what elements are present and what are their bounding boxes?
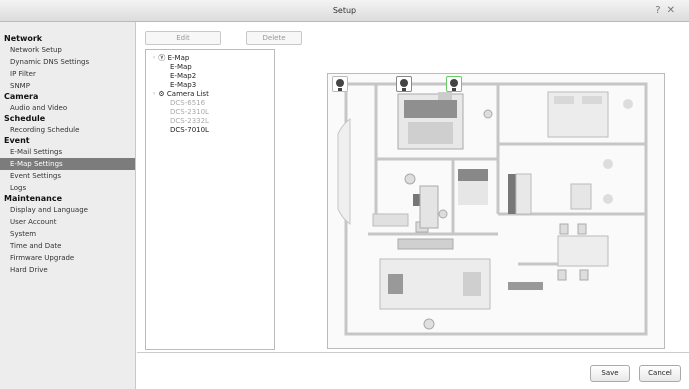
emap-tree: ◦ Ⓨ E-Map E-Map E-Map2 E-Map3 ◦ ⚙ Camera… bbox=[145, 49, 275, 350]
sidebar-item-audio-video[interactable]: Audio and Video bbox=[0, 102, 135, 114]
footer: Save Cancel bbox=[137, 352, 689, 389]
camera-marker-icon[interactable] bbox=[396, 76, 412, 92]
camera-marker-icon[interactable] bbox=[332, 76, 348, 92]
sidebar-group-event: Event bbox=[4, 136, 30, 145]
cancel-button[interactable]: Cancel bbox=[639, 365, 681, 382]
sidebar-item-display-language[interactable]: Display and Language bbox=[0, 204, 135, 216]
delete-button[interactable]: Delete bbox=[246, 31, 302, 45]
sidebar-item-recording-schedule[interactable]: Recording Schedule bbox=[0, 124, 135, 136]
camera-marker-icon[interactable] bbox=[446, 76, 462, 92]
sidebar-item-emap-settings[interactable]: E-Map Settings bbox=[0, 158, 135, 170]
camera-list-icon: ⚙ bbox=[158, 90, 165, 98]
sidebar-item-logs[interactable]: Logs bbox=[0, 182, 135, 194]
floor-plan-map[interactable] bbox=[327, 73, 665, 349]
title-bar: Setup ?✕ bbox=[0, 0, 689, 22]
sidebar-group-camera: Camera bbox=[4, 92, 39, 101]
sidebar-group-schedule: Schedule bbox=[4, 114, 46, 123]
sidebar-item-snmp[interactable]: SNMP bbox=[0, 80, 135, 92]
sidebar: Network Network Setup Dynamic DNS Settin… bbox=[0, 22, 136, 389]
tree-node-camera-list[interactable]: ◦ ⚙ Camera List bbox=[152, 90, 268, 99]
sidebar-item-hard-drive[interactable]: Hard Drive bbox=[0, 264, 135, 276]
sidebar-item-network-setup[interactable]: Network Setup bbox=[0, 44, 135, 56]
collapse-icon[interactable]: ◦ bbox=[152, 90, 156, 98]
edit-button[interactable]: Edit bbox=[145, 31, 221, 45]
save-button[interactable]: Save bbox=[590, 365, 630, 382]
sidebar-group-maintenance: Maintenance bbox=[4, 194, 63, 203]
tree-node-map3[interactable]: E-Map3 bbox=[152, 81, 268, 90]
tree-node-camera[interactable]: DCS-6516 bbox=[152, 99, 268, 108]
sidebar-item-firmware-upgrade[interactable]: Firmware Upgrade bbox=[0, 252, 135, 264]
floor-plan-image bbox=[328, 74, 664, 348]
sidebar-item-time-date[interactable]: Time and Date bbox=[0, 240, 135, 252]
sidebar-item-system[interactable]: System bbox=[0, 228, 135, 240]
tree-node-map2[interactable]: E-Map2 bbox=[152, 72, 268, 81]
sidebar-item-event-settings[interactable]: Event Settings bbox=[0, 170, 135, 182]
help-icon[interactable]: ? bbox=[655, 5, 666, 16]
sidebar-item-ip-filter[interactable]: IP Filter bbox=[0, 68, 135, 80]
main-panel: Edit Delete ◦ Ⓨ E-Map E-Map E-Map2 E-Map… bbox=[137, 22, 689, 389]
collapse-icon[interactable]: ◦ bbox=[152, 54, 156, 62]
sidebar-group-network: Network bbox=[4, 34, 43, 43]
tree-node-camera[interactable]: DCS-2332L bbox=[152, 117, 268, 126]
tree-node-camera-active[interactable]: DCS-7010L bbox=[152, 126, 268, 135]
tree-node-map[interactable]: E-Map bbox=[152, 63, 268, 72]
sidebar-item-email-settings[interactable]: E-Mail Settings bbox=[0, 146, 135, 158]
close-icon[interactable]: ✕ bbox=[667, 5, 681, 16]
window-title: Setup bbox=[332, 6, 357, 15]
map-folder-icon: Ⓨ bbox=[158, 54, 166, 62]
sidebar-item-dynamic-dns[interactable]: Dynamic DNS Settings bbox=[0, 56, 135, 68]
tree-node-camera[interactable]: DCS-2310L bbox=[152, 108, 268, 117]
tree-node-emap-root[interactable]: ◦ Ⓨ E-Map bbox=[152, 54, 268, 63]
sidebar-item-user-account[interactable]: User Account bbox=[0, 216, 135, 228]
